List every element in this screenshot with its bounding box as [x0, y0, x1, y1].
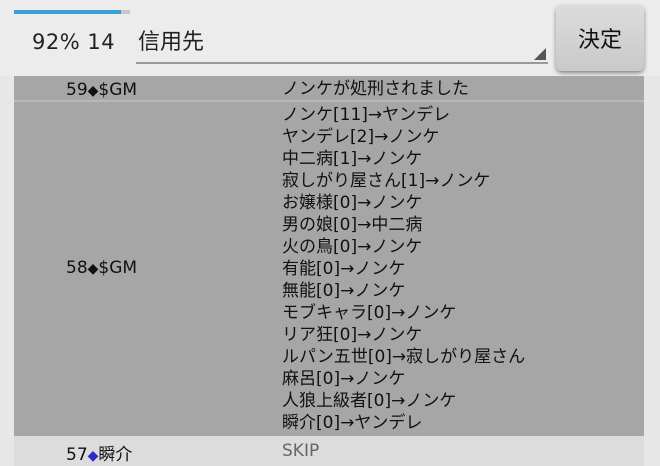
entry-number: 57 — [66, 445, 88, 465]
speaker-name: $GM — [98, 258, 138, 278]
message-line: 中二病[1]→ノンケ — [282, 149, 423, 169]
message-line: お嬢様[0]→ノンケ — [282, 193, 423, 213]
log-message: ノンケ[11]→ヤンデレ ヤンデレ[2]→ノンケ 中二病[1]→ノンケ 寂しがり… — [282, 104, 525, 434]
message-line: ノンケが処刑されました — [282, 79, 469, 99]
message-line: 寂しがり屋さん[1]→ノンケ — [282, 171, 491, 191]
message-line: ノンケ[11]→ヤンデレ — [282, 105, 451, 125]
speaker-name-link[interactable]: 瞬介 — [98, 445, 133, 466]
status-text: 92% 14 — [32, 30, 116, 54]
message-line: SKIP — [282, 441, 320, 461]
message-line: 火の鳥[0]→ノンケ — [282, 237, 423, 257]
log-speaker: 58◆$GM — [66, 258, 137, 278]
log-entry: 57◆瞬介 SKIP — [14, 436, 644, 466]
diamond-icon: ◆ — [87, 448, 99, 464]
decide-button[interactable]: 決定 — [556, 5, 644, 71]
message-line: 男の娘[0]→中二病 — [282, 215, 423, 235]
log-entry: 58◆$GM ノンケ[11]→ヤンデレ ヤンデレ[2]→ノンケ 中二病[1]→ノ… — [14, 102, 644, 434]
log-message: SKIP — [282, 440, 319, 462]
progress-bar — [14, 10, 130, 14]
entry-number: 59 — [66, 80, 88, 100]
message-line: 有能[0]→ノンケ — [282, 259, 406, 279]
log-message: ノンケが処刑されました — [282, 78, 469, 100]
message-line: 無能[0]→ノンケ — [282, 281, 406, 301]
header-bar: 92% 14 信用先 決定 — [0, 0, 660, 76]
log-speaker: 57◆瞬介 — [66, 440, 133, 466]
screen: 92% 14 信用先 決定 59◆$GM ノンケが処刑されました 58◆$GM … — [0, 0, 660, 466]
message-line: ヤンデレ[2]→ノンケ — [282, 127, 440, 147]
diamond-icon: ◆ — [87, 83, 99, 99]
log-speaker: 59◆$GM — [66, 80, 137, 100]
dropdown-caret-icon — [534, 48, 546, 60]
message-line: 人狼上級者[0]→ノンケ — [282, 391, 457, 411]
log-entry: 59◆$GM ノンケが処刑されました — [14, 78, 644, 102]
progress-fill — [14, 10, 121, 14]
entry-number: 58 — [66, 258, 88, 278]
message-log[interactable]: 59◆$GM ノンケが処刑されました 58◆$GM ノンケ[11]→ヤンデレ ヤ… — [14, 76, 644, 466]
message-line: モブキャラ[0]→ノンケ — [282, 303, 457, 323]
message-line: ルパン五世[0]→寂しがり屋さん — [282, 347, 526, 367]
diamond-icon: ◆ — [87, 261, 99, 277]
target-select-value: 信用先 — [138, 30, 205, 55]
speaker-name: $GM — [98, 80, 138, 100]
message-line: 麻呂[0]→ノンケ — [282, 369, 406, 389]
target-select[interactable]: 信用先 — [136, 14, 548, 64]
message-line: リア狂[0]→ノンケ — [282, 325, 423, 345]
message-line: 瞬介[0]→ヤンデレ — [282, 413, 423, 433]
